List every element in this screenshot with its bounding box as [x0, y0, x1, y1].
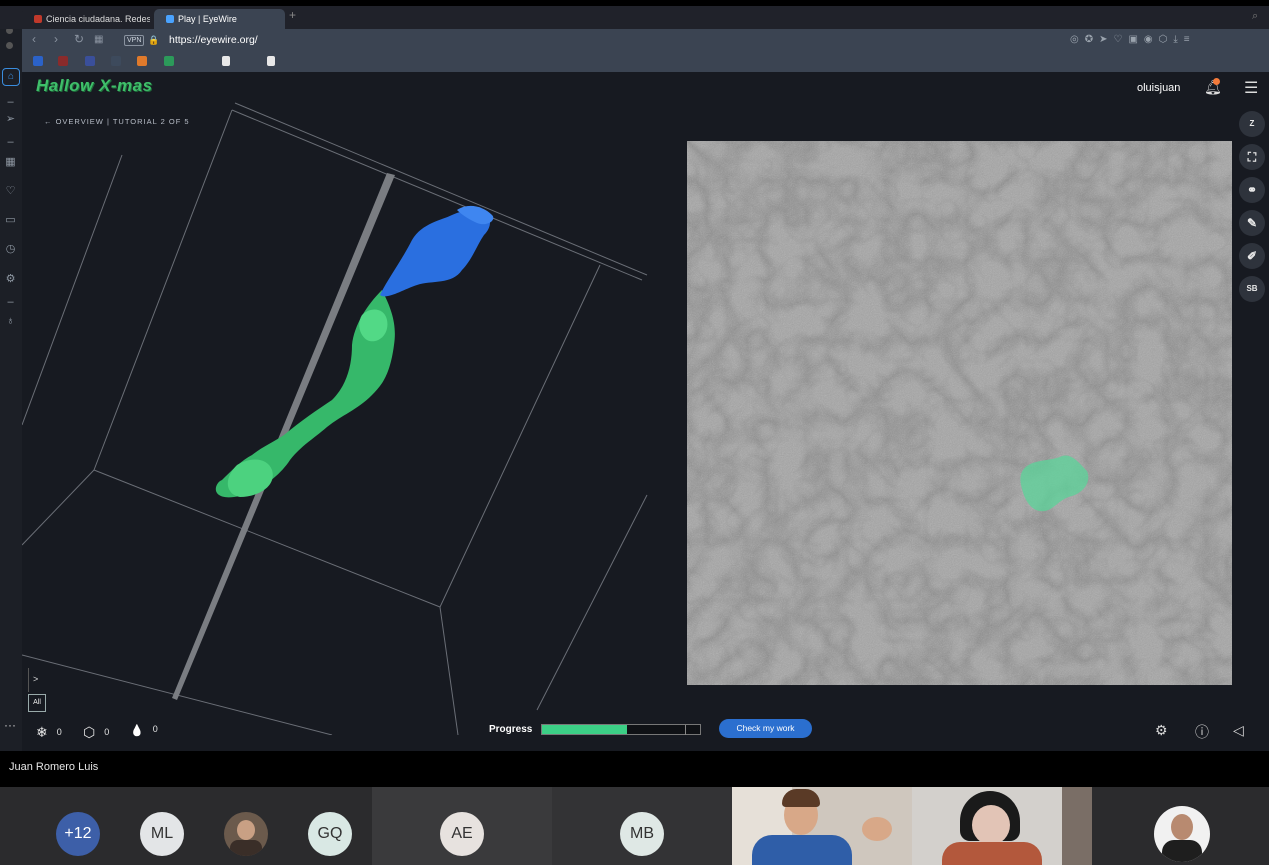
participant-video[interactable]: [912, 787, 1092, 865]
check-my-work-button[interactable]: Check my work: [719, 719, 812, 738]
sidebar-divider: –: [7, 96, 14, 108]
eraser-button[interactable]: ✐: [1239, 243, 1265, 269]
forward-icon[interactable]: ›: [54, 32, 58, 46]
tab-label: Ciencia ciudadana. Redes y pro: [46, 14, 150, 24]
stat-value: 0: [104, 727, 110, 737]
cube-stat: ⬡ 0: [83, 724, 109, 741]
username[interactable]: oluisjuan: [1137, 82, 1180, 94]
binoculars-button[interactable]: ⚭: [1239, 177, 1265, 203]
url-field[interactable]: https://eyewire.org/: [169, 34, 258, 46]
bookmarks-bar: [22, 51, 1269, 72]
lightbulb-icon[interactable]: ♁: [4, 315, 17, 327]
sidebar-divider: –: [7, 296, 14, 308]
participant-avatar[interactable]: MB: [620, 812, 664, 856]
vpn-badge[interactable]: VPN: [124, 35, 145, 46]
snowflake-icon: ❄: [36, 724, 48, 740]
tab-search-icon[interactable]: ⌕: [1252, 10, 1258, 23]
game-title: Hallow X-mas: [36, 76, 153, 95]
expand-panel-button[interactable]: >: [33, 674, 38, 684]
apps-icon[interactable]: ▦: [4, 155, 17, 168]
stat-value: 0: [56, 727, 62, 737]
bookmark-icon[interactable]: [111, 56, 121, 66]
pencil-button[interactable]: ✎: [1239, 210, 1265, 236]
tab-ciencia[interactable]: Ciencia ciudadana. Redes y pro: [22, 9, 150, 29]
participant-avatar[interactable]: AE: [440, 812, 484, 856]
3d-viewer[interactable]: [22, 95, 672, 735]
progress-fill: [542, 725, 627, 734]
hamburger-menu-icon[interactable]: ☰: [1244, 78, 1258, 98]
green-segment: [215, 290, 395, 498]
wallet-icon[interactable]: ▭: [4, 213, 17, 226]
document-bookmark-icon[interactable]: [222, 56, 230, 66]
participant-avatar[interactable]: ML: [140, 812, 184, 856]
cube-icon: ⬡: [83, 724, 96, 740]
sb-button[interactable]: SB: [1239, 276, 1265, 302]
bookmark-icon[interactable]: [137, 56, 147, 66]
window-maximize-dot[interactable]: [6, 42, 13, 49]
drop-icon: 💧: [130, 725, 144, 737]
progress-bar: [541, 724, 701, 735]
settings-gear-icon[interactable]: ⚙: [1155, 722, 1168, 739]
em-slice-viewer[interactable]: [687, 141, 1232, 685]
bookmark-icon[interactable]: [33, 56, 43, 66]
drop-stat: 💧 0: [130, 724, 158, 737]
bookmark-icon[interactable]: [85, 56, 95, 66]
lock-icon: 🔒: [148, 35, 160, 45]
settings-icon[interactable]: ⚙: [4, 272, 17, 285]
heart-icon[interactable]: ♡: [4, 184, 17, 197]
fullscreen-button[interactable]: ⛶: [1239, 144, 1265, 170]
participant-avatar[interactable]: GQ: [308, 812, 352, 856]
send-icon[interactable]: ➢: [4, 112, 17, 125]
meeting-header: [0, 751, 1269, 787]
zoom-button[interactable]: Z: [1239, 111, 1265, 137]
tabs-grid-icon[interactable]: ▦: [94, 34, 103, 45]
progress-marker: [685, 725, 686, 735]
stat-value: 0: [152, 724, 158, 734]
back-icon[interactable]: ‹: [32, 32, 36, 46]
extension-icons[interactable]: ◎✪➤♡▣◉⬡⤓≡: [1070, 34, 1196, 45]
help-icon[interactable]: ⓘ: [1195, 722, 1209, 742]
participant-video[interactable]: [732, 787, 912, 865]
reload-icon[interactable]: ↻: [74, 32, 84, 46]
sidebar-divider: –: [7, 136, 14, 148]
progress-label: Progress: [489, 724, 533, 735]
bookmark-icon[interactable]: [58, 56, 68, 66]
notification-dot: [1213, 78, 1220, 85]
participant-tile[interactable]: [1092, 787, 1269, 865]
all-button[interactable]: All: [28, 694, 46, 712]
panel-divider: [28, 668, 29, 692]
participant-avatar[interactable]: +12: [56, 812, 100, 856]
tab-favicon: [34, 15, 42, 23]
snowflake-stat: ❄ 0: [36, 724, 62, 741]
new-tab-button[interactable]: +: [289, 8, 296, 22]
tab-eyewire[interactable]: Play | EyeWire: [154, 9, 285, 29]
participant-photo-avatar[interactable]: [224, 812, 268, 856]
history-icon[interactable]: ◷: [4, 242, 17, 255]
tab-label: Play | EyeWire: [178, 14, 237, 24]
tab-bar: Ciencia ciudadana. Redes y pro Play | Ey…: [0, 6, 1269, 29]
document-bookmark-icon[interactable]: [267, 56, 275, 66]
sound-icon[interactable]: ◁: [1233, 722, 1244, 739]
blue-segment: [380, 205, 494, 297]
speaker-name: Juan Romero Luis: [9, 761, 99, 773]
bookmark-icon[interactable]: [164, 56, 174, 66]
eyewire-favicon: [166, 15, 174, 23]
more-icon[interactable]: ···: [4, 718, 16, 732]
home-icon[interactable]: ⌂: [2, 68, 20, 86]
